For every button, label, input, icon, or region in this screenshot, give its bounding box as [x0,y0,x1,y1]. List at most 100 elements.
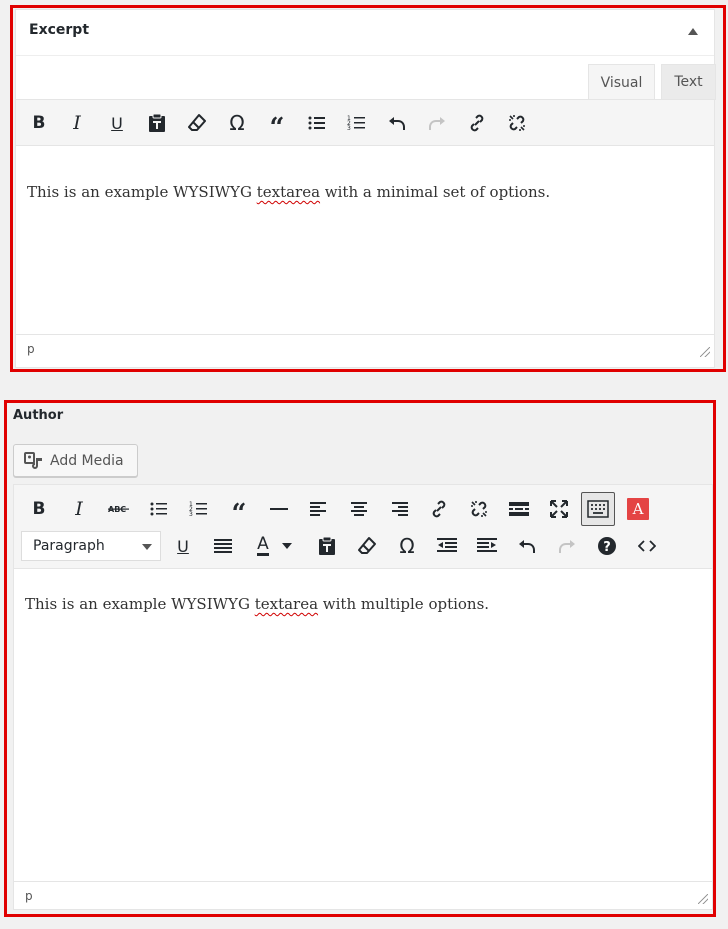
bold-icon: B [32,499,46,519]
read-more-button[interactable] [504,494,534,524]
chevron-down-icon [282,543,292,549]
help-icon: ? [598,537,616,555]
horizontal-line-button[interactable] [264,494,294,524]
redo-button[interactable] [422,108,452,138]
italic-button[interactable]: I [62,108,92,138]
strikethrough-button[interactable]: ABC [104,494,134,524]
special-character-button[interactable]: Ω [392,531,422,561]
content-text: This is an example WYSIWYG [27,183,257,201]
paste-text-button[interactable] [312,531,342,561]
author-content: This is an example WYSIWYG textarea with… [25,595,489,613]
excerpt-editor[interactable]: This is an example WYSIWYG textarea with… [16,146,714,334]
bullet-list-icon [308,116,325,130]
blockquote-icon: “ [231,499,247,529]
numbered-list-icon: 123 [189,501,207,518]
underline-button[interactable]: U [102,108,132,138]
numbered-list-button[interactable]: 123 [342,108,372,138]
element-path[interactable]: p [25,889,33,903]
excerpt-statusbar: p [16,334,714,361]
insert-link-icon [432,500,446,518]
align-left-button[interactable] [304,494,334,524]
tab-visual[interactable]: Visual [588,64,655,100]
numbered-list-icon: 123 [347,115,365,132]
underline-icon: U [177,536,189,556]
source-code-button[interactable] [632,531,662,561]
help-button[interactable]: ? [592,531,622,561]
author-panel: B I ABC 123 “ A Paragraph U A Ω ? This i… [13,484,713,910]
insert-link-button[interactable] [424,494,454,524]
redo-button[interactable] [552,531,582,561]
resize-handle-icon[interactable] [698,894,708,904]
insert-link-button[interactable] [462,108,492,138]
insert-link-icon [470,114,484,132]
redo-icon [559,540,575,553]
justify-button[interactable] [208,531,238,561]
italic-button[interactable]: I [64,494,94,524]
remove-link-button[interactable] [502,108,532,138]
code-icon [638,540,656,552]
text-color-dropdown[interactable] [278,531,296,561]
format-select[interactable]: Paragraph [21,531,161,561]
excerpt-header[interactable]: Excerpt [16,10,714,56]
toolbar-toggle-button[interactable] [581,492,615,526]
chevron-down-icon [142,544,152,550]
read-more-icon [509,502,529,516]
remove-link-icon [509,115,525,131]
clear-formatting-icon [188,114,206,131]
paste-text-icon [319,536,335,555]
special-character-icon: Ω [399,534,415,558]
indent-button[interactable] [472,531,502,561]
blockquote-button[interactable]: “ [224,494,254,529]
italic-icon: I [73,112,81,134]
tab-text[interactable]: Text [661,64,716,100]
paste-text-icon [149,113,165,132]
underline-button[interactable]: U [168,531,198,561]
fullscreen-button[interactable] [544,494,574,524]
text-color-button[interactable]: A [248,531,278,561]
collapse-arrow-icon[interactable] [688,28,698,35]
svg-text:?: ? [603,540,611,555]
remove-link-icon [471,501,487,517]
text-color-red-button[interactable]: A [623,494,653,524]
clear-formatting-button[interactable] [352,531,382,561]
strikethrough-icon: ABC [108,505,129,514]
remove-link-button[interactable] [464,494,494,524]
align-right-button[interactable] [384,494,414,524]
blockquote-icon: “ [269,113,285,143]
numbered-list-button[interactable]: 123 [184,494,214,524]
horizontal-line-icon [270,508,288,510]
content-text: with a minimal set of options. [320,183,551,201]
add-media-icon [24,451,42,469]
clear-formatting-button[interactable] [182,108,212,138]
author-title: Author [13,408,64,423]
undo-button[interactable] [382,108,412,138]
content-text: with multiple options. [318,595,490,613]
add-media-button[interactable]: Add Media [13,444,138,477]
special-character-icon: Ω [229,111,245,135]
excerpt-title: Excerpt [29,22,90,38]
paste-text-button[interactable] [142,108,172,138]
add-media-label: Add Media [50,452,124,469]
author-editor[interactable]: This is an example WYSIWYG textarea with… [14,569,712,881]
special-character-button[interactable]: Ω [222,108,252,138]
bullet-list-button[interactable] [302,108,332,138]
svg-text:3: 3 [347,125,351,132]
excerpt-panel: Excerpt Visual Text B I U Ω “ 1 2 3 This… [15,9,716,368]
element-path[interactable]: p [27,342,35,356]
undo-button[interactable] [512,531,542,561]
undo-icon [519,540,535,553]
align-center-icon [351,502,367,516]
bullet-list-button[interactable] [144,494,174,524]
blockquote-button[interactable]: “ [262,108,292,143]
align-center-button[interactable] [344,494,374,524]
content-text: This is an example WYSIWYG [25,595,255,613]
bold-button[interactable]: B [24,108,54,138]
align-left-icon [310,502,326,516]
undo-icon [389,117,405,130]
bold-button[interactable]: B [24,494,54,524]
resize-handle-icon[interactable] [700,347,710,357]
outdent-button[interactable] [432,531,462,561]
indent-icon [477,538,497,552]
excerpt-toolbar: B I U Ω “ 123 [16,99,714,146]
clear-formatting-icon [358,537,376,554]
